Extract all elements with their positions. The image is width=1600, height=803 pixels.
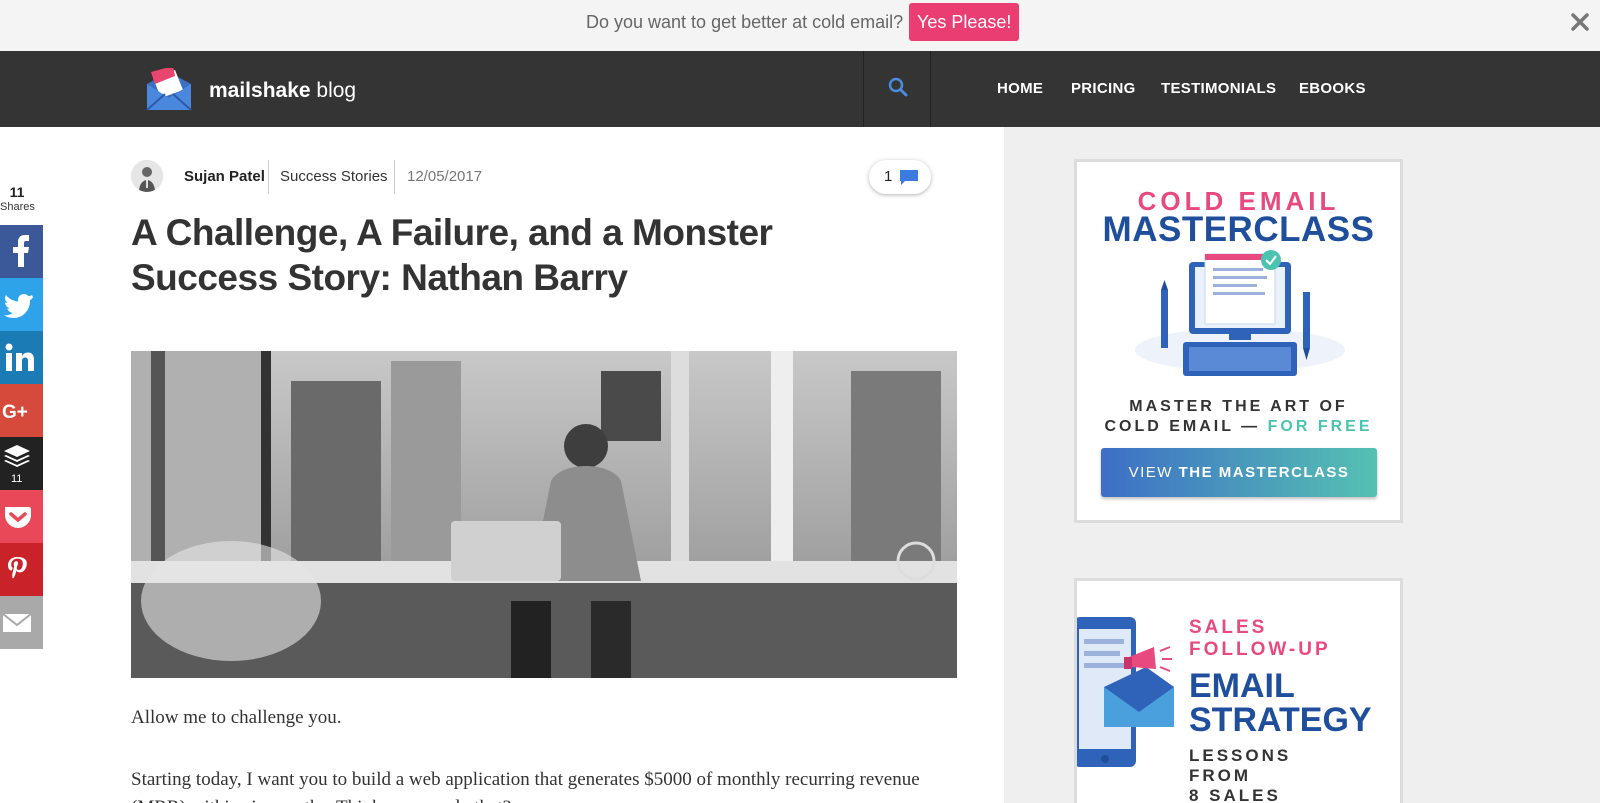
author-avatar[interactable] [131, 160, 163, 192]
pinterest-icon [8, 557, 27, 579]
facebook-icon [13, 235, 29, 267]
search-icon [888, 77, 908, 97]
ad-subtext: LESSONS FROM 8 SALES [1189, 746, 1292, 803]
share-email-button[interactable] [0, 596, 43, 649]
computer-illustration [1135, 250, 1345, 376]
share-googleplus-button[interactable]: G+ [0, 384, 43, 437]
twitter-icon [4, 294, 33, 318]
nav-testimonials[interactable]: TESTIMONIALS [1161, 80, 1276, 97]
pocket-icon [5, 507, 31, 528]
email-icon [2, 613, 32, 632]
share-twitter-button[interactable] [0, 278, 43, 331]
meta-divider [394, 160, 395, 194]
article-paragraph: Allow me to challenge you. [131, 707, 342, 728]
hero-image [131, 351, 957, 678]
google-plus-icon: G+ [2, 402, 28, 423]
share-buffer-button[interactable]: 11 [0, 437, 43, 490]
share-facebook-button[interactable] [0, 225, 43, 278]
search-button[interactable] [863, 51, 931, 127]
promo-yes-button[interactable]: Yes Please! [909, 3, 1020, 41]
ad-tagline: COLD EMAIL — FOR FREE [1104, 418, 1373, 435]
promo-text: Do you want to get better at cold email? [586, 12, 904, 32]
site-header: mailshake blog HOME PRICING TESTIMONIALS… [0, 51, 1600, 127]
nav-pricing[interactable]: PRICING [1071, 80, 1136, 97]
buffer-count: 11 [11, 473, 23, 485]
ad-kicker: SALES FOLLOW-UP [1189, 617, 1331, 660]
article-title: A Challenge, A Failure, and a Monster Su… [131, 212, 773, 298]
share-pocket-button[interactable] [0, 490, 43, 543]
phone-envelope-illustration [1077, 617, 1174, 767]
ad-heading: EMAIL STRATEGY [1189, 667, 1372, 739]
sales-followup-ad[interactable]: SALES FOLLOW-UP EMAIL STRATEGY LESSONS FROM… [1074, 578, 1403, 803]
site-logo-text[interactable]: mailshake blog [209, 79, 356, 103]
article-paragraph: Starting today, I want you to build a we… [131, 769, 920, 803]
share-count: 11 Shares [0, 184, 35, 213]
ad-heading: MASTERCLASS [1102, 210, 1375, 249]
category-link[interactable]: Success Stories [280, 168, 388, 185]
linkedin-icon [5, 343, 34, 371]
close-icon[interactable] [1568, 10, 1592, 34]
comments-button[interactable]: 1 [869, 160, 931, 194]
meta-divider [268, 160, 269, 194]
post-date: 12/05/2017 [407, 168, 483, 185]
nav-ebooks[interactable]: EBOOKS [1299, 80, 1366, 97]
svg-text:G+: G+ [2, 402, 28, 423]
promo-bar: Do you want to get better at cold email?… [0, 0, 1600, 51]
share-pinterest-button[interactable] [0, 543, 43, 596]
author-name-link[interactable]: Sujan Patel [184, 168, 265, 185]
comment-count: 1 [884, 168, 893, 185]
nav-home[interactable]: HOME [997, 80, 1043, 97]
comment-bubble-icon [900, 170, 918, 185]
ad-tagline: MASTER THE ART OF [1129, 398, 1348, 415]
view-masterclass-button[interactable]: VIEW THE MASTERCLASS [1101, 448, 1377, 497]
masterclass-ad[interactable]: COLD EMAIL MASTERCLASS MASTER THE ART OF… [1074, 159, 1403, 523]
mailshake-logo-icon[interactable] [145, 68, 193, 112]
share-linkedin-button[interactable] [0, 331, 43, 384]
